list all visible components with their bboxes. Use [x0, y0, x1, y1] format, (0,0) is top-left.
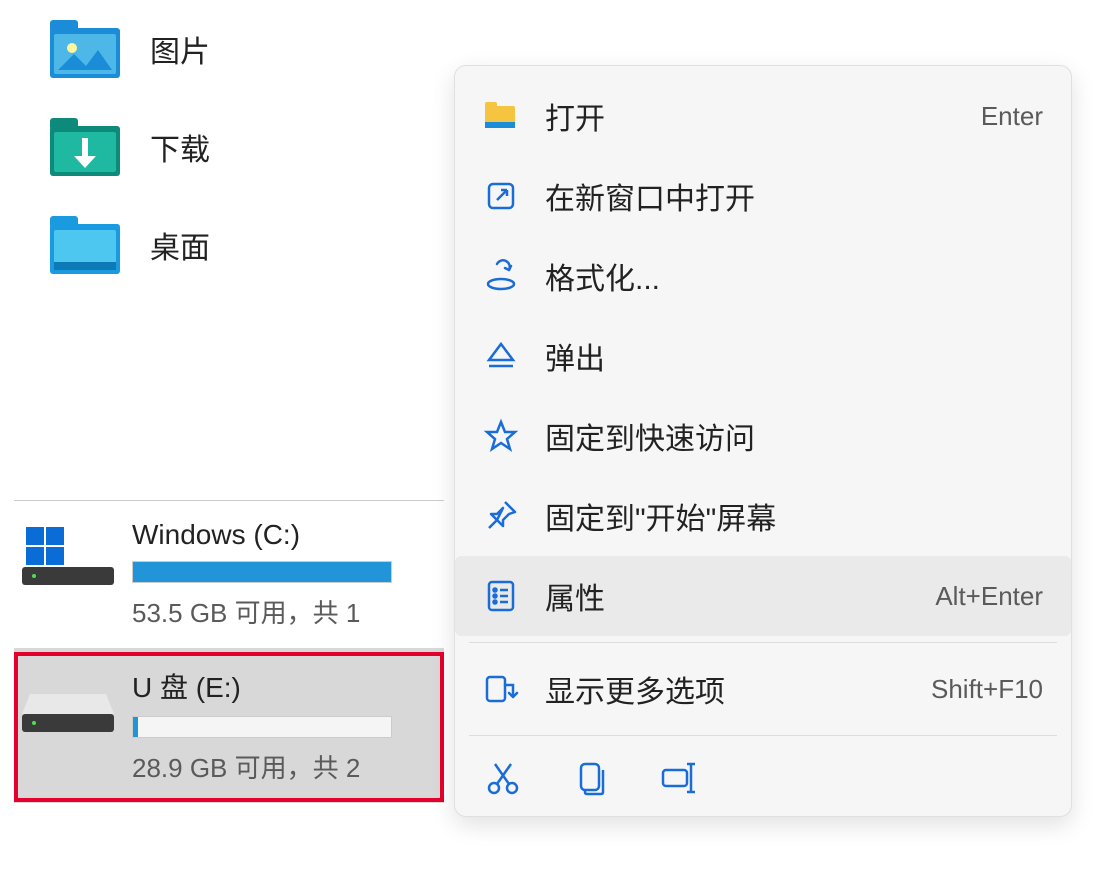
- drive-info: U 盘 (E:) 28.9 GB 可用，共 2: [132, 666, 444, 785]
- drive-info: Windows (C:) 53.5 GB 可用，共 1: [132, 519, 444, 630]
- menu-item-pin-quick-access[interactable]: 固定到快速访问: [455, 396, 1071, 476]
- menu-label: 格式化...: [545, 254, 1043, 298]
- menu-label: 在新窗口中打开: [545, 174, 1043, 218]
- drive-name: Windows (C:): [132, 519, 444, 551]
- drive-icon: [22, 672, 114, 732]
- drive-status: 53.5 GB 可用，共 1: [132, 593, 444, 630]
- menu-label: 打开: [545, 94, 955, 138]
- folder-label: 下载: [150, 125, 210, 169]
- sidebar-item-desktop[interactable]: 桌面: [0, 196, 450, 294]
- drive-name: U 盘 (E:): [132, 666, 444, 706]
- menu-separator: [469, 735, 1057, 736]
- drive-status: 28.9 GB 可用，共 2: [132, 748, 444, 785]
- menu-item-eject[interactable]: 弹出: [455, 316, 1071, 396]
- menu-item-open-new-window[interactable]: 在新窗口中打开: [455, 156, 1071, 236]
- context-menu: 打开 Enter 在新窗口中打开 格式化... 弹出 固定到快速访问 固定到"开…: [454, 65, 1072, 817]
- menu-item-format[interactable]: 格式化...: [455, 236, 1071, 316]
- drive-icon: [22, 525, 114, 585]
- menu-label: 弹出: [545, 334, 1043, 378]
- sidebar-item-downloads[interactable]: 下载: [0, 98, 450, 196]
- menu-label: 固定到快速访问: [545, 414, 1043, 458]
- sidebar: 图片 下载 桌面: [0, 0, 450, 294]
- menu-shortcut: Enter: [981, 101, 1043, 132]
- folder-label: 桌面: [150, 223, 210, 267]
- menu-shortcut: Shift+F10: [931, 674, 1043, 705]
- format-icon: [483, 258, 519, 294]
- menu-label: 属性: [545, 574, 909, 618]
- folder-label: 图片: [150, 27, 210, 71]
- menu-item-properties[interactable]: 属性 Alt+Enter: [455, 556, 1071, 636]
- more-icon: [483, 671, 519, 707]
- star-icon: [483, 418, 519, 454]
- menu-label: 显示更多选项: [545, 667, 905, 711]
- drive-windows-c[interactable]: Windows (C:) 53.5 GB 可用，共 1: [14, 501, 444, 648]
- new-window-icon: [483, 178, 519, 214]
- menu-shortcut: Alt+Enter: [935, 581, 1043, 612]
- drive-usage-bar: [132, 716, 392, 738]
- menu-toolbar: [455, 742, 1071, 806]
- menu-item-show-more[interactable]: 显示更多选项 Shift+F10: [455, 649, 1071, 729]
- drives-section: Windows (C:) 53.5 GB 可用，共 1 U 盘 (E:) 28.…: [14, 500, 444, 803]
- copy-button[interactable]: [571, 758, 611, 798]
- menu-separator: [469, 642, 1057, 643]
- eject-icon: [483, 338, 519, 374]
- folder-open-icon: [483, 98, 519, 134]
- menu-item-pin-start[interactable]: 固定到"开始"屏幕: [455, 476, 1071, 556]
- pictures-icon: [50, 20, 120, 78]
- drive-usb-e[interactable]: U 盘 (E:) 28.9 GB 可用，共 2: [14, 648, 444, 803]
- sidebar-item-pictures[interactable]: 图片: [0, 0, 450, 98]
- downloads-icon: [50, 118, 120, 176]
- drive-usage-bar: [132, 561, 392, 583]
- rename-button[interactable]: [659, 758, 699, 798]
- menu-label: 固定到"开始"屏幕: [545, 494, 1043, 538]
- pin-icon: [483, 498, 519, 534]
- cut-button[interactable]: [483, 758, 523, 798]
- properties-icon: [483, 578, 519, 614]
- desktop-icon: [50, 216, 120, 274]
- menu-item-open[interactable]: 打开 Enter: [455, 76, 1071, 156]
